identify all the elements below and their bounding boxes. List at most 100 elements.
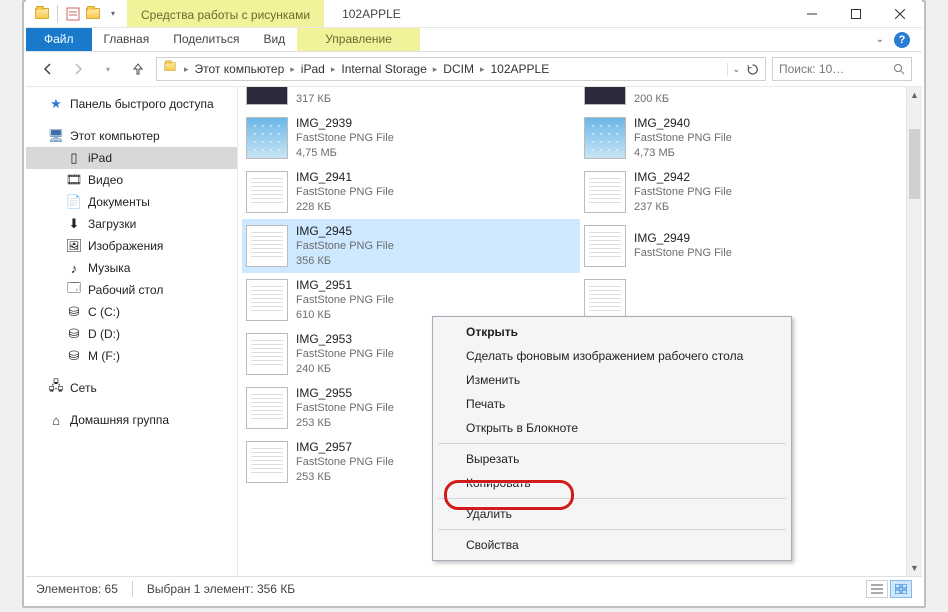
qat-new-folder-icon[interactable] xyxy=(85,6,101,22)
nav-downloads[interactable]: ⬇Загрузки xyxy=(26,213,237,235)
file-item[interactable]: IMG_2949 FastStone PNG File xyxy=(580,219,918,273)
nav-drive-m[interactable]: ⛁M (F:) xyxy=(26,345,237,367)
address-row: ▾ ▸ Этот компьютер▸ iPad▸ Internal Stora… xyxy=(26,52,922,86)
drive-icon: ⛁ xyxy=(66,304,82,320)
file-thumbnail xyxy=(584,225,626,267)
star-icon: ★ xyxy=(48,96,64,112)
tab-share[interactable]: Поделиться xyxy=(161,28,251,51)
file-size: 237 КБ xyxy=(634,200,732,215)
refresh-icon[interactable] xyxy=(746,63,759,76)
scroll-up-icon[interactable]: ▲ xyxy=(907,87,922,103)
file-type: FastStone PNG File xyxy=(296,401,394,416)
tab-home[interactable]: Главная xyxy=(92,28,162,51)
file-size: 4,75 МБ xyxy=(296,146,394,161)
file-size: 4,73 МБ xyxy=(634,146,732,161)
ctx-properties[interactable]: Свойства xyxy=(436,533,788,557)
nav-homegroup[interactable]: ⌂Домашняя группа xyxy=(26,409,237,431)
file-size: 253 КБ xyxy=(296,470,394,485)
scroll-thumb[interactable] xyxy=(909,129,920,199)
drive-icon: ⛁ xyxy=(66,326,82,342)
view-thumbnails-button[interactable] xyxy=(890,580,912,598)
explorer-window: ▾ Средства работы с рисунками 102APPLE Ф… xyxy=(26,0,922,600)
ctx-edit[interactable]: Изменить xyxy=(436,368,788,392)
nav-video[interactable]: 🎞Видео xyxy=(26,169,237,191)
pc-icon: 🖥 xyxy=(48,128,64,144)
file-name: IMG_2949 xyxy=(634,231,732,246)
file-item[interactable]: IMG_2940 FastStone PNG File 4,73 МБ xyxy=(580,111,918,165)
minimize-button[interactable] xyxy=(790,0,834,28)
address-bar[interactable]: ▸ Этот компьютер▸ iPad▸ Internal Storage… xyxy=(156,57,766,81)
nav-drive-c[interactable]: ⛁C (C:) xyxy=(26,301,237,323)
tab-view[interactable]: Вид xyxy=(251,28,297,51)
file-item[interactable]: IMG_2938 FastStone PNG File 200 КБ xyxy=(580,87,918,111)
file-type: FastStone PNG File xyxy=(634,131,732,146)
search-icon xyxy=(893,63,905,75)
tab-file[interactable]: Файл xyxy=(26,28,92,51)
breadcrumb-item[interactable]: 102APPLE xyxy=(485,62,554,76)
status-bar: Элементов: 65 Выбран 1 элемент: 356 КБ xyxy=(26,576,922,600)
nav-back-button[interactable] xyxy=(36,57,60,81)
file-size: 317 КБ xyxy=(296,92,394,107)
nav-this-pc[interactable]: 🖥Этот компьютер xyxy=(26,125,237,147)
nav-documents[interactable]: 📄Документы xyxy=(26,191,237,213)
breadcrumb-item[interactable]: Internal Storage xyxy=(336,62,431,76)
file-thumbnail xyxy=(246,387,288,429)
file-item[interactable]: IMG_2939 FastStone PNG File 4,75 МБ xyxy=(242,111,580,165)
nav-forward-button[interactable] xyxy=(66,57,90,81)
nav-up-button[interactable] xyxy=(126,57,150,81)
view-details-button[interactable] xyxy=(866,580,888,598)
qat-dropdown-icon[interactable]: ▾ xyxy=(105,6,121,22)
status-selection: Выбран 1 элемент: 356 КБ xyxy=(147,582,295,596)
ctx-set-background[interactable]: Сделать фоновым изображением рабочего ст… xyxy=(436,344,788,368)
qat-properties-icon[interactable] xyxy=(65,6,81,22)
documents-icon: 📄 xyxy=(66,194,82,210)
ctx-open-notepad[interactable]: Открыть в Блокноте xyxy=(436,416,788,440)
file-item[interactable]: IMG_2941 FastStone PNG File 228 КБ xyxy=(242,165,580,219)
ctx-print[interactable]: Печать xyxy=(436,392,788,416)
breadcrumb-item[interactable]: Этот компьютер xyxy=(190,62,290,76)
help-icon[interactable]: ? xyxy=(894,32,910,48)
nav-music[interactable]: ♪Музыка xyxy=(26,257,237,279)
ribbon-expand-icon[interactable]: ⌄ xyxy=(876,34,884,45)
file-type: FastStone PNG File xyxy=(296,347,394,362)
file-size: 610 КБ xyxy=(296,308,394,323)
nav-ipad[interactable]: ▯iPad xyxy=(26,147,237,169)
file-item[interactable]: IMG_2942 FastStone PNG File 237 КБ xyxy=(580,165,918,219)
file-thumbnail xyxy=(584,279,626,321)
nav-network[interactable]: 🖧Сеть xyxy=(26,377,237,399)
context-menu: Открыть Сделать фоновым изображением раб… xyxy=(432,316,792,561)
scroll-down-icon[interactable]: ▼ xyxy=(907,560,922,576)
nav-desktop[interactable]: 🗔Рабочий стол xyxy=(26,279,237,301)
file-item[interactable]: IMG_2937 FastStone PNG File 317 КБ xyxy=(242,87,580,111)
ctx-copy[interactable]: Копировать xyxy=(436,471,788,495)
nav-pictures[interactable]: 🖼Изображения xyxy=(26,235,237,257)
ctx-cut[interactable]: Вырезать xyxy=(436,447,788,471)
device-icon: ▯ xyxy=(66,150,82,166)
file-thumbnail xyxy=(246,225,288,267)
nav-recent-dropdown[interactable]: ▾ xyxy=(96,57,120,81)
file-name: IMG_2953 xyxy=(296,332,394,347)
file-size: 228 КБ xyxy=(296,200,394,215)
file-name: IMG_2957 xyxy=(296,440,394,455)
maximize-button[interactable] xyxy=(834,0,878,28)
close-button[interactable] xyxy=(878,0,922,28)
file-item[interactable]: IMG_2945 FastStone PNG File 356 КБ xyxy=(242,219,580,273)
network-icon: 🖧 xyxy=(48,380,64,396)
file-thumbnail xyxy=(246,441,288,483)
ctx-open[interactable]: Открыть xyxy=(436,320,788,344)
breadcrumb-item[interactable]: DCIM xyxy=(438,62,479,76)
file-thumbnail xyxy=(584,117,626,159)
file-type: FastStone PNG File xyxy=(634,246,732,261)
address-dropdown-icon[interactable]: ⌄ xyxy=(732,64,740,75)
breadcrumb-item[interactable]: iPad xyxy=(296,62,330,76)
tab-manage[interactable]: Управление xyxy=(297,28,420,51)
nav-drive-d[interactable]: ⛁D (D:) xyxy=(26,323,237,345)
file-thumbnail xyxy=(584,87,626,105)
file-size: 253 КБ xyxy=(296,416,394,431)
pictures-icon: 🖼 xyxy=(66,238,82,254)
nav-quick-access[interactable]: ★Панель быстрого доступа xyxy=(26,93,237,115)
file-type: FastStone PNG File xyxy=(634,185,732,200)
vertical-scrollbar[interactable]: ▲ ▼ xyxy=(906,87,922,576)
search-input[interactable]: Поиск: 10… xyxy=(772,57,912,81)
ctx-delete[interactable]: Удалить xyxy=(436,502,788,526)
